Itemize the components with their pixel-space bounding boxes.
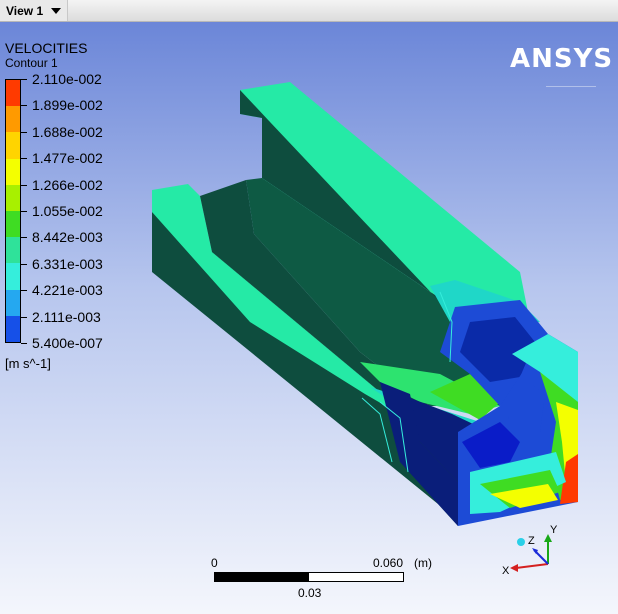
triad-x-label: X	[502, 565, 510, 577]
legend-value-label: 1.688e-002	[32, 123, 103, 140]
legend-value-label: 1.477e-002	[32, 150, 103, 167]
triad-z-label: Z	[528, 535, 535, 547]
legend-color-block	[6, 263, 20, 290]
legend-tick	[21, 263, 27, 265]
legend-color-block	[6, 158, 20, 185]
legend-tick	[21, 184, 27, 186]
legend-title: VELOCITIES	[5, 40, 88, 56]
legend-color-block	[6, 132, 20, 159]
legend-value-label: 8.442e-003	[32, 229, 103, 246]
axis-triad[interactable]: Y Z X	[498, 502, 568, 582]
legend-tick	[21, 290, 27, 292]
legend-color-block	[6, 315, 20, 342]
legend-tick	[21, 131, 27, 133]
dropdown-caret-icon[interactable]	[51, 7, 62, 14]
triad-y-label: Y	[550, 524, 558, 536]
legend-color-block	[6, 184, 20, 211]
legend-colorbar	[5, 79, 21, 343]
legend-tick	[21, 158, 27, 160]
legend-tick	[21, 237, 27, 239]
legend-value-label: 1.266e-002	[32, 176, 103, 193]
legend-value-label: 2.110e-002	[32, 71, 102, 87]
legend-color-block	[6, 80, 20, 107]
legend-color-block	[6, 106, 20, 133]
logo-underline	[546, 86, 596, 87]
legend-value-label: 4.221e-003	[32, 282, 103, 299]
legend-subtitle: Contour 1	[5, 56, 58, 70]
view-titlebar: View 1	[0, 0, 618, 22]
legend-color-block	[6, 210, 20, 238]
scale-mid-label: 0.03	[298, 586, 322, 600]
scale-right-label: 0.060	[373, 556, 404, 570]
legend-color-block	[6, 237, 20, 264]
legend-value-label: 5.400e-007	[32, 335, 103, 351]
triad-origin-icon	[517, 538, 525, 546]
view-selector[interactable]: View 1	[0, 0, 69, 21]
scale-left-label: 0	[211, 556, 218, 570]
graphics-viewport[interactable]: VELOCITIES Contour 1 2.110e-002 1.899e-00…	[0, 22, 618, 614]
legend-value-label: 1.899e-002	[32, 97, 103, 114]
view-tab-label: View 1	[6, 3, 44, 18]
legend-tick	[21, 343, 27, 344]
legend-value-label: 2.111e-003	[32, 308, 101, 325]
legend-units: [m s^-1]	[5, 356, 51, 371]
legend-tick	[21, 211, 27, 212]
legend-value-label: 6.331e-003	[32, 255, 103, 272]
scale-unit-label: (m)	[414, 556, 432, 570]
legend-tick	[21, 79, 27, 80]
ansys-logo: ANSYS	[510, 44, 614, 74]
legend-value-label: 1.055e-002	[32, 203, 103, 219]
legend-tick	[21, 316, 27, 318]
legend-color-block	[6, 289, 20, 316]
scale-bar	[214, 572, 404, 582]
legend-tick	[21, 105, 27, 107]
